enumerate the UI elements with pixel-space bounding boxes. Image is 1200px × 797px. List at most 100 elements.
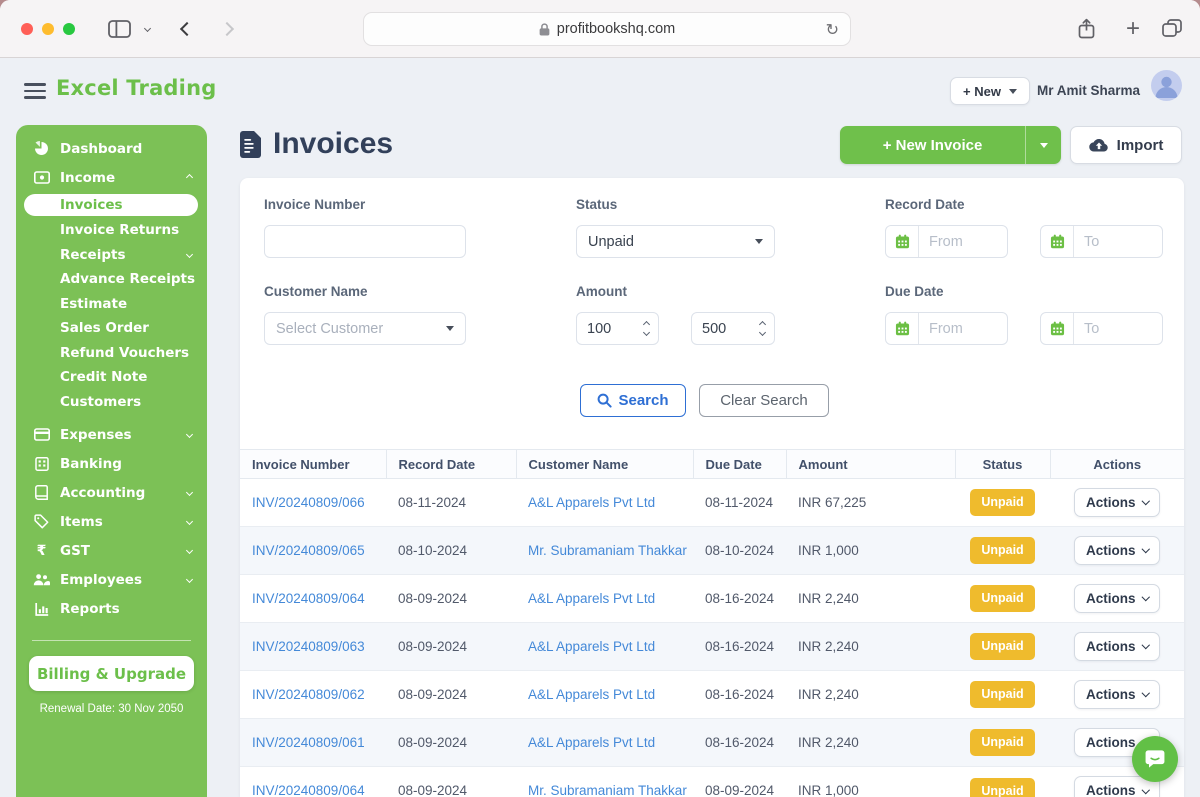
invoice-link[interactable]: INV/20240809/065: [252, 543, 365, 558]
sidebar-item-advance-receipts[interactable]: Advance Receipts: [16, 267, 207, 292]
due-date-from-field[interactable]: [885, 312, 1008, 345]
invoice-link[interactable]: INV/20240809/064: [252, 591, 365, 606]
due-date-from-input[interactable]: [919, 313, 1007, 344]
invoice-link[interactable]: INV/20240809/064: [252, 783, 365, 797]
invoice-link[interactable]: INV/20240809/063: [252, 639, 365, 654]
billing-upgrade-button[interactable]: Billing & Upgrade: [29, 656, 194, 691]
invoice-number-label: Invoice Number: [264, 197, 365, 212]
search-button[interactable]: Search: [580, 384, 686, 417]
sidebar-item-refund-vouchers[interactable]: Refund Vouchers: [16, 341, 207, 366]
table-row: INV/20240809/062 08-09-2024 A&L Apparels…: [240, 671, 1184, 719]
invoice-link[interactable]: INV/20240809/062: [252, 687, 365, 702]
close-window-button[interactable]: [21, 23, 33, 35]
sidebar-item-invoices[interactable]: Invoices: [24, 194, 198, 216]
actions-label: Actions: [1086, 639, 1136, 654]
sidebar-item-employees[interactable]: Employees: [16, 565, 207, 594]
tabs-overview-icon[interactable]: [1162, 19, 1182, 37]
actions-button[interactable]: Actions: [1074, 632, 1160, 661]
header-new-label: + New: [963, 84, 1001, 99]
record-date-to-field[interactable]: [1040, 225, 1163, 258]
customer-name-label: Customer Name: [264, 284, 368, 299]
sidebar-item-banking[interactable]: Banking: [16, 449, 207, 478]
invoice-link[interactable]: INV/20240809/061: [252, 735, 365, 750]
customer-select[interactable]: Select Customer: [264, 312, 466, 345]
sidebar-item-invoice-returns[interactable]: Invoice Returns: [16, 218, 207, 243]
search-icon: [597, 393, 612, 408]
due-date-to-field[interactable]: [1040, 312, 1163, 345]
address-bar[interactable]: profitbookshq.com ↻: [363, 12, 851, 46]
tag-icon: [33, 514, 50, 529]
customer-link[interactable]: A&L Apparels Pvt Ltd: [528, 495, 655, 510]
sidebar-item-dashboard[interactable]: Dashboard: [16, 134, 207, 163]
new-tab-icon[interactable]: +: [1126, 17, 1140, 41]
import-button[interactable]: Import: [1070, 126, 1182, 164]
clear-search-button[interactable]: Clear Search: [699, 384, 829, 417]
due-date-label: Due Date: [885, 284, 944, 299]
status-badge: Unpaid: [970, 729, 1034, 755]
col-status: Status: [955, 450, 1050, 479]
customer-link[interactable]: Mr. Subramaniam Thakkar: [528, 783, 687, 797]
record-date-label: Record Date: [885, 197, 965, 212]
invoice-number-input[interactable]: [265, 226, 465, 257]
sidebar-chevron-icon[interactable]: [145, 26, 150, 31]
amount-cell: INR 2,240: [786, 671, 955, 719]
customer-link[interactable]: A&L Apparels Pvt Ltd: [528, 687, 655, 702]
new-invoice-button[interactable]: + New Invoice: [840, 126, 1061, 164]
customer-link[interactable]: A&L Apparels Pvt Ltd: [528, 735, 655, 750]
menu-icon[interactable]: [24, 83, 46, 99]
browser-window: profitbookshq.com ↻ + Excel Trading + Ne…: [0, 0, 1200, 797]
customer-link[interactable]: A&L Apparels Pvt Ltd: [528, 639, 655, 654]
sidebar-item-expenses[interactable]: Expenses: [16, 420, 207, 449]
amount-min-input[interactable]: [577, 313, 644, 344]
share-icon[interactable]: [1078, 18, 1095, 39]
chevron-down-icon: [186, 431, 193, 438]
status-badge: Unpaid: [970, 778, 1034, 797]
status-select[interactable]: Unpaid: [576, 225, 775, 258]
sidebar-toggle-icon[interactable]: [108, 20, 131, 38]
sidebar-item-label: Sales Order: [60, 320, 149, 336]
record-date-to-input[interactable]: [1074, 226, 1162, 257]
actions-button[interactable]: Actions: [1074, 488, 1160, 517]
sidebar-item-customers[interactable]: Customers: [16, 390, 207, 415]
record-date-from-field[interactable]: [885, 225, 1008, 258]
chevron-down-icon: [1141, 593, 1149, 601]
sidebar-item-label: Estimate: [60, 296, 127, 312]
actions-button[interactable]: Actions: [1074, 680, 1160, 709]
minimize-window-button[interactable]: [42, 23, 54, 35]
calendar-icon: [1041, 226, 1074, 257]
sidebar-item-accounting[interactable]: Accounting: [16, 478, 207, 507]
invoice-link[interactable]: INV/20240809/066: [252, 495, 365, 510]
sidebar-item-income[interactable]: Income: [16, 163, 207, 192]
sidebar-item-credit-note[interactable]: Credit Note: [16, 365, 207, 390]
chevron-down-icon: [186, 576, 193, 583]
amount-label: Amount: [576, 284, 627, 299]
amount-max-input[interactable]: [692, 313, 760, 344]
customer-link[interactable]: A&L Apparels Pvt Ltd: [528, 591, 655, 606]
actions-button[interactable]: Actions: [1074, 536, 1160, 565]
back-icon[interactable]: [182, 24, 192, 34]
sidebar-item-receipts[interactable]: Receipts: [16, 243, 207, 268]
new-invoice-dropdown[interactable]: [1025, 126, 1061, 164]
fullscreen-window-button[interactable]: [63, 23, 75, 35]
avatar[interactable]: [1151, 70, 1182, 101]
sidebar-item-gst[interactable]: ₹ GST: [16, 536, 207, 565]
number-stepper-icon[interactable]: [760, 322, 765, 335]
number-stepper-icon[interactable]: [644, 322, 649, 335]
col-amount: Amount: [786, 450, 955, 479]
due-date-cell: 08-10-2024: [693, 527, 786, 575]
record-date-from-input[interactable]: [919, 226, 1007, 257]
due-date-to-input[interactable]: [1074, 313, 1162, 344]
forward-icon[interactable]: [222, 24, 232, 34]
sidebar-item-reports[interactable]: Reports: [16, 594, 207, 623]
chat-launcher-button[interactable]: [1132, 736, 1178, 782]
status-value: Unpaid: [577, 234, 755, 250]
reload-icon[interactable]: ↻: [826, 20, 839, 39]
customer-link[interactable]: Mr. Subramaniam Thakkar: [528, 543, 687, 558]
table-row: INV/20240809/063 08-09-2024 A&L Apparels…: [240, 623, 1184, 671]
sidebar-item-estimate[interactable]: Estimate: [16, 292, 207, 317]
status-badge: Unpaid: [970, 585, 1034, 611]
actions-button[interactable]: Actions: [1074, 584, 1160, 613]
header-new-button[interactable]: + New: [950, 77, 1030, 105]
sidebar-item-sales-order[interactable]: Sales Order: [16, 316, 207, 341]
sidebar-item-items[interactable]: Items: [16, 507, 207, 536]
